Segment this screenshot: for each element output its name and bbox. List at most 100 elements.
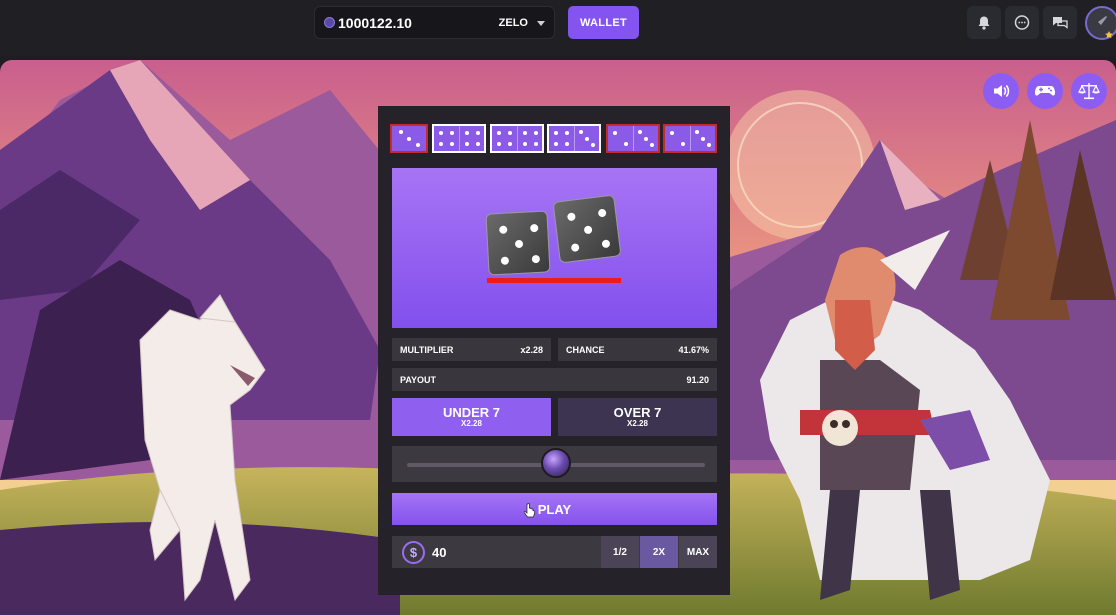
coin-icon (324, 17, 335, 28)
pip (497, 131, 501, 135)
user-avatar[interactable] (1085, 6, 1116, 40)
pip (565, 142, 569, 146)
over-label: OVER 7 (613, 404, 662, 420)
pip (533, 131, 538, 135)
under-multiplier: X2.28 (461, 418, 482, 428)
double-bet-button[interactable]: 2X (640, 536, 678, 568)
pip (475, 131, 480, 135)
tile-half (608, 126, 633, 151)
payout-stat: PAYOUT 91.20 (392, 368, 717, 391)
tile-half (434, 126, 459, 151)
pip (500, 256, 509, 265)
history-tile (432, 124, 486, 153)
pip (522, 142, 527, 146)
pip (531, 254, 540, 263)
sound-icon (994, 85, 1010, 97)
pip (554, 131, 558, 135)
chance-value: 41.67% (678, 344, 709, 355)
pip (701, 136, 705, 141)
wallet-button[interactable]: WALLET (568, 6, 639, 39)
multiplier-label: MULTIPLIER (400, 344, 454, 355)
die-two (552, 194, 622, 264)
multiplier-stat: MULTIPLIER x2.28 (392, 338, 551, 361)
over-multiplier: X2.28 (627, 418, 648, 428)
chat-button[interactable] (1005, 6, 1039, 39)
die-one (485, 210, 551, 276)
pointer-cursor-icon (524, 503, 536, 518)
history-tile (606, 124, 660, 153)
pip (554, 142, 558, 146)
bet-amount-input[interactable] (432, 541, 592, 563)
gamepad-icon (1034, 86, 1056, 96)
under-7-button[interactable]: UNDER 7 X2.28 (392, 398, 551, 436)
pip (566, 211, 576, 221)
pip (624, 142, 628, 146)
pip (600, 238, 610, 248)
tile-half (392, 126, 426, 151)
pip (464, 142, 469, 146)
tile-half (573, 126, 600, 151)
over-7-button[interactable]: OVER 7 X2.28 (558, 398, 717, 436)
pip (415, 142, 420, 147)
pip (533, 142, 538, 146)
pip (498, 225, 507, 234)
pip (439, 142, 443, 146)
tile-half (549, 126, 574, 151)
bell-icon (978, 16, 990, 30)
pip (637, 130, 642, 135)
pip (565, 131, 569, 135)
under-label: UNDER 7 (442, 404, 501, 420)
pip (681, 142, 685, 146)
pip (475, 142, 480, 146)
pip (450, 142, 454, 146)
chat-bubble-icon (1014, 14, 1030, 30)
pip (508, 131, 512, 135)
tile-half (492, 126, 517, 151)
pip (464, 131, 469, 135)
pip (497, 142, 501, 146)
multiplier-value: x2.28 (520, 344, 543, 355)
dice-display (392, 168, 717, 328)
dollar-icon: $ (402, 541, 425, 564)
pip (439, 131, 443, 135)
history-tile (663, 124, 717, 153)
pip (591, 142, 596, 147)
pip (670, 131, 674, 135)
max-bet-button[interactable]: MAX (679, 536, 717, 568)
notifications-button[interactable] (967, 6, 1001, 39)
pip (522, 131, 527, 135)
pip (529, 223, 538, 232)
result-line (487, 278, 621, 283)
community-chat-button[interactable] (1043, 6, 1077, 39)
currency-label: ZELO (498, 16, 528, 29)
sound-button[interactable] (983, 73, 1019, 109)
pip (578, 130, 583, 135)
chance-label: CHANCE (566, 344, 605, 355)
chevron-down-icon[interactable] (537, 21, 545, 26)
tile-half (516, 126, 543, 151)
tile-half (665, 126, 690, 151)
pip (650, 142, 655, 147)
half-bet-button[interactable]: 1/2 (601, 536, 639, 568)
chance-stat: CHANCE 41.67% (558, 338, 717, 361)
pip (407, 136, 411, 141)
payout-label: PAYOUT (400, 374, 437, 385)
fairness-button[interactable] (1071, 73, 1107, 109)
balance-selector[interactable]: 1000122.10 ZELO (314, 6, 555, 39)
pip (398, 130, 403, 135)
history-tile (547, 124, 601, 153)
pip (707, 142, 712, 147)
pip (583, 225, 593, 235)
slider-handle[interactable] (541, 448, 571, 478)
pip (514, 239, 524, 249)
payout-value: 91.20 (686, 374, 709, 385)
top-bar: 1000122.10 ZELO WALLET (0, 0, 1116, 56)
tile-half (458, 126, 485, 151)
tile-half (632, 126, 659, 151)
rocket-icon (1098, 16, 1113, 39)
play-button[interactable]: PLAY (392, 493, 717, 525)
tile-half (689, 126, 716, 151)
games-button[interactable] (1027, 73, 1063, 109)
pip (450, 131, 454, 135)
pip (508, 142, 512, 146)
